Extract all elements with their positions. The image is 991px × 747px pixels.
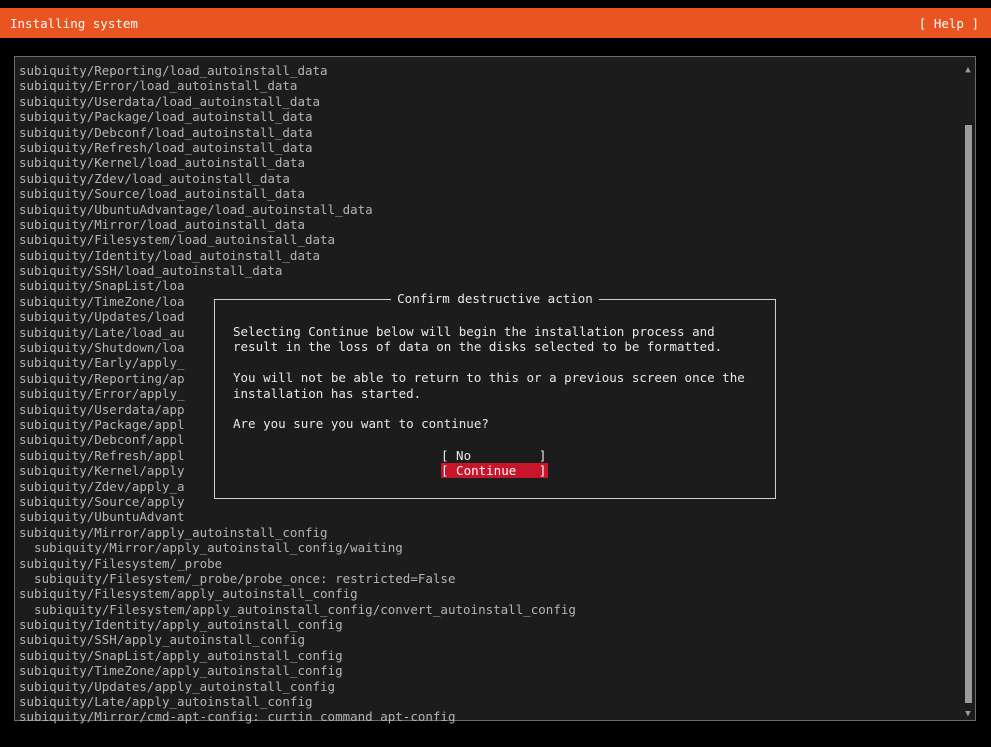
continue-button[interactable]: [ Continue ] (441, 463, 548, 478)
log-line: subiquity/Filesystem/apply_autoinstall_c… (19, 601, 576, 617)
log-line: subiquity/Filesystem/load_autoinstall_da… (19, 232, 336, 248)
log-line: subiquity/Mirror/apply_autoinstall_confi… (19, 524, 328, 540)
log-line: subiquity/Package/load_autoinstall_data (19, 109, 313, 125)
log-line: subiquity/Debconf/load_autoinstall_data (19, 124, 313, 140)
confirm-dialog: Confirm destructive action Selecting Con… (214, 291, 776, 499)
log-line: subiquity/Late/apply_autoinstall_config (19, 694, 313, 710)
log-line: subiquity/SnapList/apply_autoinstall_con… (19, 647, 343, 663)
log-line: subiquity/SSH/load_autoinstall_data (19, 263, 283, 279)
log-line: subiquity/Zdev/load_autoinstall_data (19, 170, 290, 186)
log-line: subiquity/Error/load_autoinstall_data (19, 78, 298, 94)
log-line: subiquity/Identity/load_autoinstall_data (19, 247, 321, 263)
scroll-up-arrow-icon[interactable]: ▲ (963, 65, 973, 75)
header-bar: Installing system [ Help ] (0, 8, 991, 38)
scrollbar-thumb[interactable] (965, 125, 972, 703)
log-line: subiquity/Kernel/load_autoinstall_data (19, 155, 305, 171)
log-line: subiquity/Filesystem/apply_autoinstall_c… (19, 586, 358, 602)
log-line: subiquity/Updates/apply_autoinstall_conf… (19, 678, 336, 694)
dialog-text-line: Are you sure you want to continue? (233, 416, 489, 432)
log-line: subiquity/UbuntuAdvant (19, 509, 185, 525)
dialog-text-line: You will not be able to return to this o… (233, 370, 745, 386)
log-line: subiquity/Filesystem/_probe (19, 555, 223, 571)
top-strip (0, 0, 991, 8)
dialog-text-line: Selecting Continue below will begin the … (233, 324, 715, 339)
log-line: subiquity/Identity/apply_autoinstall_con… (19, 617, 343, 633)
log-line: subiquity/Mirror/cmd-apt-config: curtin … (19, 709, 456, 725)
dialog-text-line (233, 355, 745, 370)
dialog-text-line (233, 401, 745, 416)
log-line: subiquity/Mirror/load_autoinstall_data (19, 216, 305, 232)
page-title: Installing system (10, 15, 138, 31)
dialog-text-line: result in the loss of data on the disks … (233, 339, 723, 355)
log-line: subiquity/Filesystem/_probe/probe_once: … (19, 570, 456, 586)
log-line: subiquity/SSH/apply_autoinstall_config (19, 632, 305, 648)
scroll-down-arrow-icon[interactable]: ▼ (963, 709, 973, 719)
log-line: subiquity/Mirror/apply_autoinstall_confi… (19, 540, 403, 556)
dialog-text-line: installation has started. (233, 385, 422, 401)
log-line: subiquity/UbuntuAdvantage/load_autoinsta… (19, 201, 373, 217)
log-line: subiquity/Reporting/load_autoinstall_dat… (19, 63, 328, 78)
log-line: subiquity/Refresh/load_autoinstall_data (19, 139, 313, 155)
dialog-title: Confirm destructive action (391, 291, 599, 306)
dialog-message: Selecting Continue below will begin the … (233, 324, 745, 432)
log-line: subiquity/TimeZone/apply_autoinstall_con… (19, 663, 343, 679)
help-button[interactable]: [ Help ] (919, 16, 979, 31)
log-line: subiquity/Userdata/load_autoinstall_data (19, 93, 321, 109)
no-button[interactable]: [ No ] (441, 448, 548, 463)
dialog-title-row: Confirm destructive action (215, 291, 775, 306)
log-line: subiquity/Source/load_autoinstall_data (19, 186, 305, 202)
